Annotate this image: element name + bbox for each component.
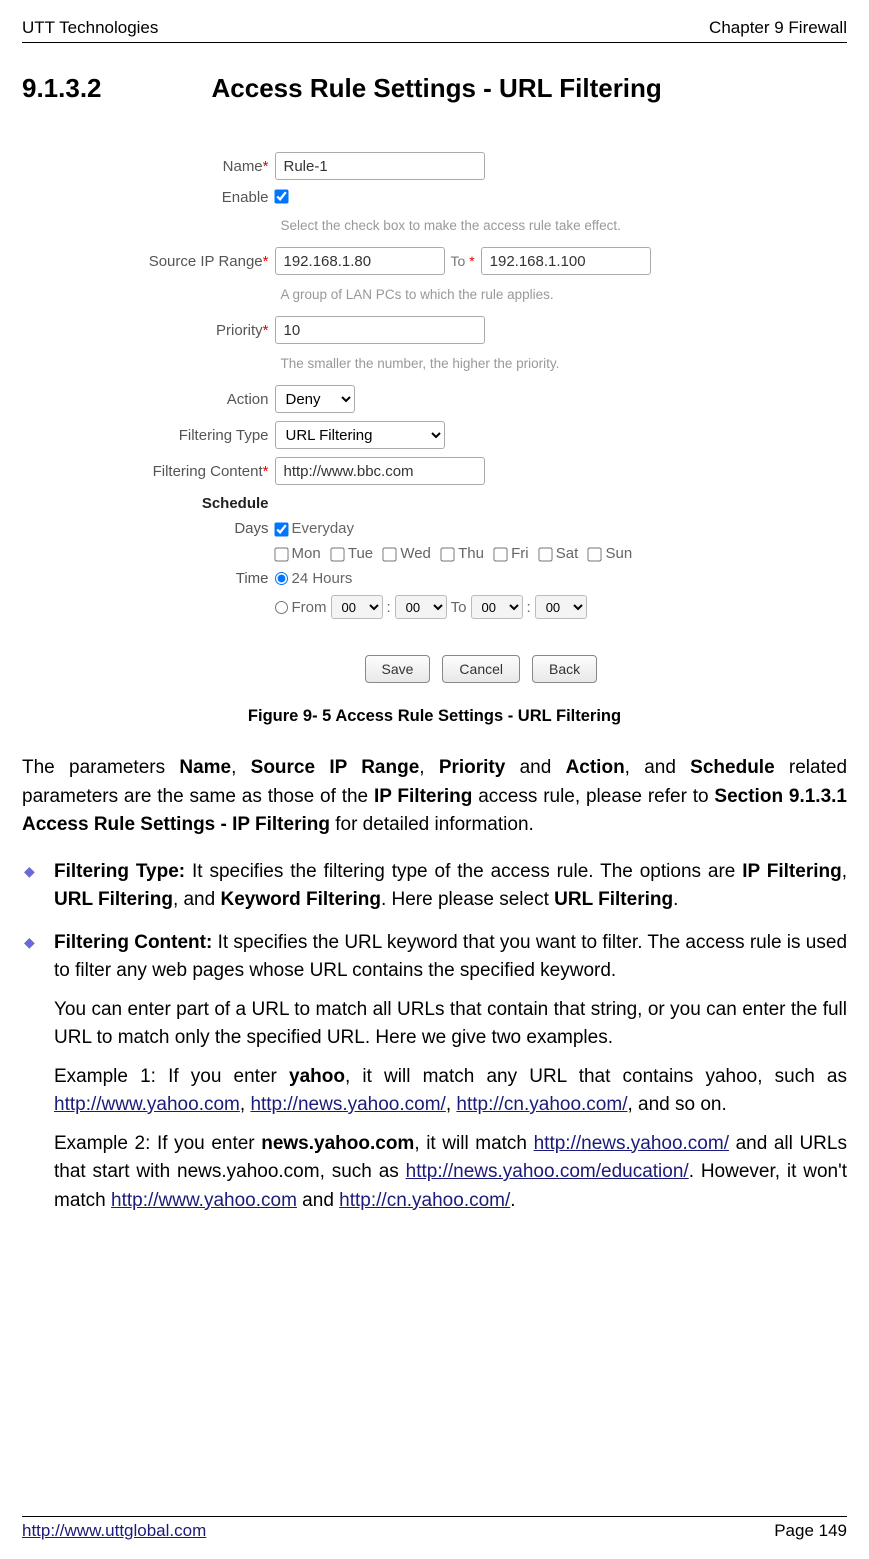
- name-input[interactable]: [275, 152, 485, 180]
- bullet-filtering-content: Filtering Content: It specifies the URL …: [22, 929, 847, 1216]
- to-label: To: [451, 253, 466, 269]
- priority-hint: The smaller the number, the higher the p…: [115, 352, 755, 385]
- srcip-label: Source IP Range: [149, 253, 263, 270]
- footer-page: Page 149: [774, 1521, 847, 1541]
- time-from-text: From: [292, 599, 327, 616]
- wed-checkbox[interactable]: [383, 547, 397, 561]
- time-to-m[interactable]: 00: [535, 595, 587, 619]
- action-label: Action: [227, 391, 269, 408]
- bullet-filtering-type: Filtering Type: It specifies the filteri…: [22, 858, 847, 915]
- link-yahoo[interactable]: http://www.yahoo.com: [54, 1094, 240, 1115]
- srcip-from-input[interactable]: [275, 247, 445, 275]
- time-from-h[interactable]: 00: [331, 595, 383, 619]
- fcontent-input[interactable]: [275, 457, 485, 485]
- section-title: Access Rule Settings - URL Filtering: [212, 73, 662, 104]
- intro-paragraph: The parameters Name, Source IP Range, Pr…: [22, 754, 847, 840]
- enable-checkbox[interactable]: [274, 190, 288, 204]
- time-label: Time: [236, 570, 269, 587]
- everyday-text: Everyday: [292, 520, 355, 537]
- link-news-yahoo-2[interactable]: http://news.yahoo.com/: [534, 1133, 729, 1154]
- priority-input[interactable]: [275, 316, 485, 344]
- time-24-text: 24 Hours: [292, 570, 353, 587]
- sat-checkbox[interactable]: [538, 547, 552, 561]
- link-news-yahoo-edu[interactable]: http://news.yahoo.com/education/: [406, 1161, 689, 1182]
- settings-form: Name* Enable Select the check box to mak…: [115, 152, 755, 693]
- name-label: Name: [223, 158, 263, 175]
- ftype-select[interactable]: URL Filtering: [275, 421, 445, 449]
- mon-checkbox[interactable]: [274, 547, 288, 561]
- priority-label: Priority: [216, 322, 263, 339]
- action-select[interactable]: Deny: [275, 385, 355, 413]
- link-cn-yahoo-2[interactable]: http://cn.yahoo.com/: [339, 1190, 510, 1211]
- sun-checkbox[interactable]: [588, 547, 602, 561]
- thu-checkbox[interactable]: [440, 547, 454, 561]
- srcip-hint: A group of LAN PCs to which the rule app…: [115, 283, 755, 316]
- section-number: 9.1.3.2: [22, 73, 102, 104]
- time-from-m[interactable]: 00: [395, 595, 447, 619]
- save-button[interactable]: Save: [365, 655, 431, 683]
- link-www-yahoo[interactable]: http://www.yahoo.com: [111, 1190, 297, 1211]
- cancel-button[interactable]: Cancel: [442, 655, 520, 683]
- tue-checkbox[interactable]: [330, 547, 344, 561]
- srcip-to-input[interactable]: [481, 247, 651, 275]
- header-left: UTT Technologies: [22, 18, 158, 38]
- fri-checkbox[interactable]: [493, 547, 507, 561]
- link-news-yahoo[interactable]: http://news.yahoo.com/: [250, 1094, 445, 1115]
- enable-label: Enable: [222, 189, 269, 206]
- back-button[interactable]: Back: [532, 655, 597, 683]
- fcontent-label: Filtering Content: [153, 463, 263, 480]
- schedule-label: Schedule: [202, 495, 269, 512]
- time-24-radio[interactable]: [275, 572, 288, 585]
- time-to-text: To: [451, 599, 467, 616]
- footer-url[interactable]: http://www.uttglobal.com: [22, 1521, 206, 1541]
- ftype-label: Filtering Type: [179, 427, 269, 444]
- enable-hint: Select the check box to make the access …: [115, 214, 755, 247]
- everyday-checkbox[interactable]: [274, 522, 288, 536]
- figure-caption: Figure 9- 5 Access Rule Settings - URL F…: [22, 707, 847, 726]
- days-label: Days: [234, 520, 268, 537]
- header-right: Chapter 9 Firewall: [709, 18, 847, 38]
- time-from-radio[interactable]: [275, 601, 288, 614]
- link-cn-yahoo[interactable]: http://cn.yahoo.com/: [456, 1094, 627, 1115]
- time-to-h[interactable]: 00: [471, 595, 523, 619]
